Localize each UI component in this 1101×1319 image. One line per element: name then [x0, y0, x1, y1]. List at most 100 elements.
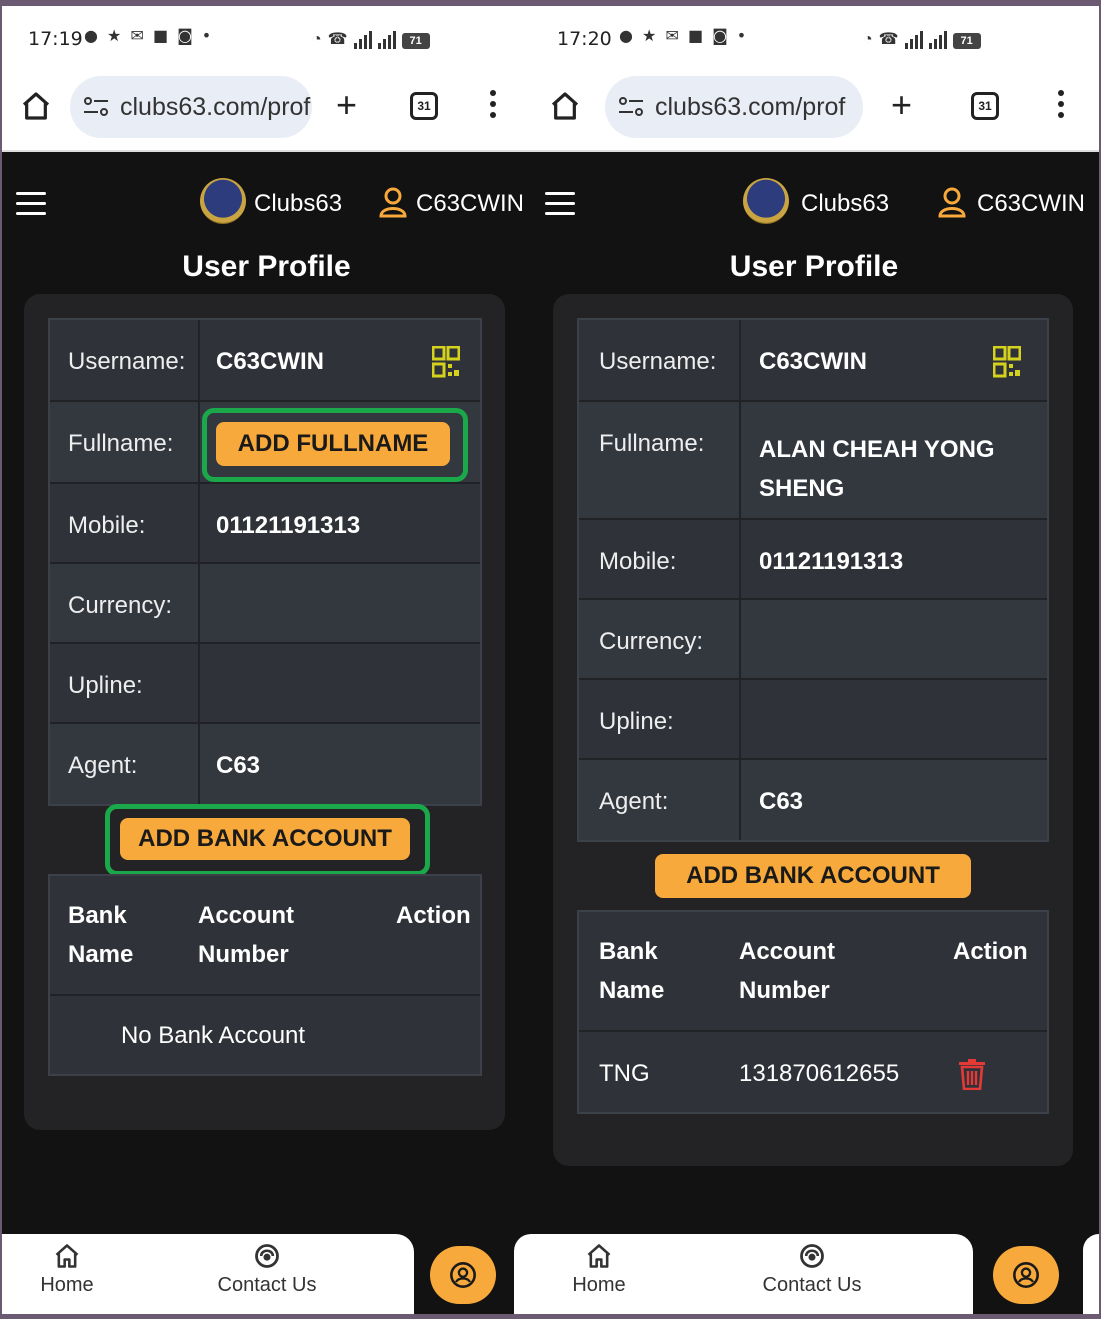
qr-code-icon[interactable]	[432, 346, 460, 378]
user-circle-icon	[1013, 1262, 1039, 1288]
address-bar[interactable]: clubs63.com/prof	[605, 76, 863, 138]
nav-contact-us[interactable]: Contact Us	[757, 1242, 867, 1297]
browser-menu-icon[interactable]	[489, 90, 497, 118]
username-label: Username:	[68, 348, 186, 375]
column-header-account-number: Account Number	[198, 902, 294, 968]
notification-icons: ● ★ ✉ ■ ◙ •	[84, 26, 214, 45]
signal-bars-icon	[928, 31, 947, 49]
status-bar: 17:20 ● ★ ✉ ■ ◙ • ◔ ☎ 71	[531, 6, 1099, 68]
home-icon	[55, 1244, 79, 1268]
fullname-label: Fullname:	[599, 430, 705, 457]
mobile-value: 01121191313	[759, 548, 904, 575]
account-number-cell: 131870612655	[739, 1060, 900, 1087]
browser-toolbar: clubs63.com/prof + 31	[531, 68, 1099, 152]
header-username[interactable]: C63CWIN	[416, 190, 524, 218]
upline-label: Upline:	[68, 672, 143, 699]
home-icon	[587, 1244, 611, 1268]
url-text[interactable]: clubs63.com/prof	[120, 93, 310, 122]
divider	[50, 994, 480, 996]
new-tab-icon[interactable]: +	[336, 84, 357, 126]
add-bank-account-button[interactable]: ADD BANK ACCOUNT	[655, 854, 971, 898]
username-label: Username:	[599, 348, 717, 375]
qr-code-icon[interactable]	[993, 346, 1021, 378]
status-bar: 17:19 ● ★ ✉ ■ ◙ • ◔ ☎ 71	[2, 6, 531, 68]
fullname-value: ALAN CHEAH YONG SHENG	[759, 436, 995, 502]
site-settings-icon[interactable]	[82, 95, 110, 119]
wifi-icon: ◔	[312, 31, 322, 48]
brand-name[interactable]: Clubs63	[254, 190, 342, 218]
currency-label: Currency:	[68, 592, 173, 619]
tab-count-button[interactable]: 31	[971, 92, 999, 120]
delete-trash-icon[interactable]	[957, 1058, 987, 1095]
agent-label: Agent:	[68, 752, 138, 779]
wifi-icon: ◔	[863, 31, 873, 48]
address-bar[interactable]: clubs63.com/prof	[70, 76, 312, 138]
column-header-account-number: Account Number	[739, 938, 835, 1004]
account-fab-button[interactable]	[430, 1246, 496, 1304]
bank-table: Bank Name Account Number Action No Bank Ac…	[48, 874, 482, 1076]
right-screenshot: 17:20 ● ★ ✉ ■ ◙ • ◔ ☎ 71 clubs63.com/pro…	[531, 6, 1099, 1314]
site-settings-icon[interactable]	[617, 95, 645, 119]
mobile-value: 01121191313	[216, 512, 361, 539]
add-bank-account-button[interactable]: ADD BANK ACCOUNT	[120, 818, 410, 860]
column-header-action: Action	[396, 902, 471, 929]
browser-toolbar: clubs63.com/prof + 31	[2, 68, 531, 152]
battery-level: 71	[401, 33, 430, 49]
column-header-action: Action	[953, 938, 1028, 965]
currency-label: Currency:	[599, 628, 704, 655]
clubs63-logo[interactable]	[200, 178, 246, 224]
url-text[interactable]: clubs63.com/prof	[655, 93, 845, 122]
profile-table: Username: C63CWIN Fullname: ALAN CHEAH Y…	[577, 318, 1049, 842]
hamburger-menu-icon[interactable]	[16, 192, 46, 222]
nav-home[interactable]: Home	[571, 1242, 627, 1297]
browser-home-icon[interactable]	[20, 90, 52, 127]
agent-value: C63	[759, 788, 804, 815]
clubs63-logo[interactable]	[743, 178, 789, 224]
upline-label: Upline:	[599, 708, 674, 735]
nav-home[interactable]: Home	[40, 1242, 94, 1297]
site-header: Clubs63 C63CWIN	[531, 158, 1099, 244]
site-header: Clubs63 C63CWIN	[2, 158, 531, 244]
page-title: User Profile	[182, 250, 351, 283]
signal-bars-icon	[904, 31, 923, 49]
hamburger-menu-icon[interactable]	[545, 192, 575, 222]
bank-table: Bank Name Account Number Action TNG 131870…	[577, 910, 1049, 1114]
notification-icons: ● ★ ✉ ■ ◙ •	[619, 26, 749, 45]
username-value: C63CWIN	[216, 348, 325, 375]
brand-name[interactable]: Clubs63	[801, 190, 889, 218]
profile-table: Username: C63CWIN Fullname: Mobile: 0112…	[48, 318, 482, 806]
bottom-nav: Home Contact Us	[2, 1234, 414, 1314]
account-fab-button[interactable]	[993, 1246, 1059, 1304]
agent-value: C63	[216, 752, 261, 779]
nav-contact-us[interactable]: Contact Us	[212, 1242, 322, 1297]
call-icon: ☎	[878, 31, 899, 48]
support-icon	[255, 1244, 279, 1268]
tab-count-button[interactable]: 31	[410, 92, 438, 120]
bottom-nav: Home Contact Us	[531, 1234, 973, 1314]
divider	[739, 320, 741, 840]
left-screenshot: 17:19 ● ★ ✉ ■ ◙ • ◔ ☎ 71 clubs63.com/pro…	[2, 6, 531, 1314]
battery-level: 71	[952, 33, 981, 49]
browser-menu-icon[interactable]	[1057, 90, 1065, 118]
status-time: 17:19	[28, 28, 83, 50]
username-value: C63CWIN	[759, 348, 868, 375]
signal-bars-icon	[377, 31, 396, 49]
signal-indicators: ◔ ☎ 71	[863, 27, 981, 49]
call-icon: ☎	[327, 31, 348, 48]
new-tab-icon[interactable]: +	[891, 84, 912, 126]
bottom-nav-edge	[514, 1234, 531, 1314]
status-time: 17:20	[557, 28, 612, 50]
column-header-bank-name: Bank Name	[68, 902, 134, 968]
page-title: User Profile	[729, 250, 899, 283]
browser-home-icon[interactable]	[549, 90, 581, 127]
user-icon[interactable]	[937, 186, 967, 218]
column-header-bank-name: Bank Name	[599, 938, 665, 1004]
agent-label: Agent:	[599, 788, 669, 815]
signal-bars-icon	[353, 31, 372, 49]
divider	[198, 320, 200, 804]
user-icon[interactable]	[378, 186, 408, 218]
header-username[interactable]: C63CWIN	[977, 190, 1085, 218]
bank-name-cell: TNG	[599, 1060, 650, 1087]
user-circle-icon	[450, 1262, 476, 1288]
add-fullname-button[interactable]: ADD FULLNAME	[216, 422, 450, 466]
